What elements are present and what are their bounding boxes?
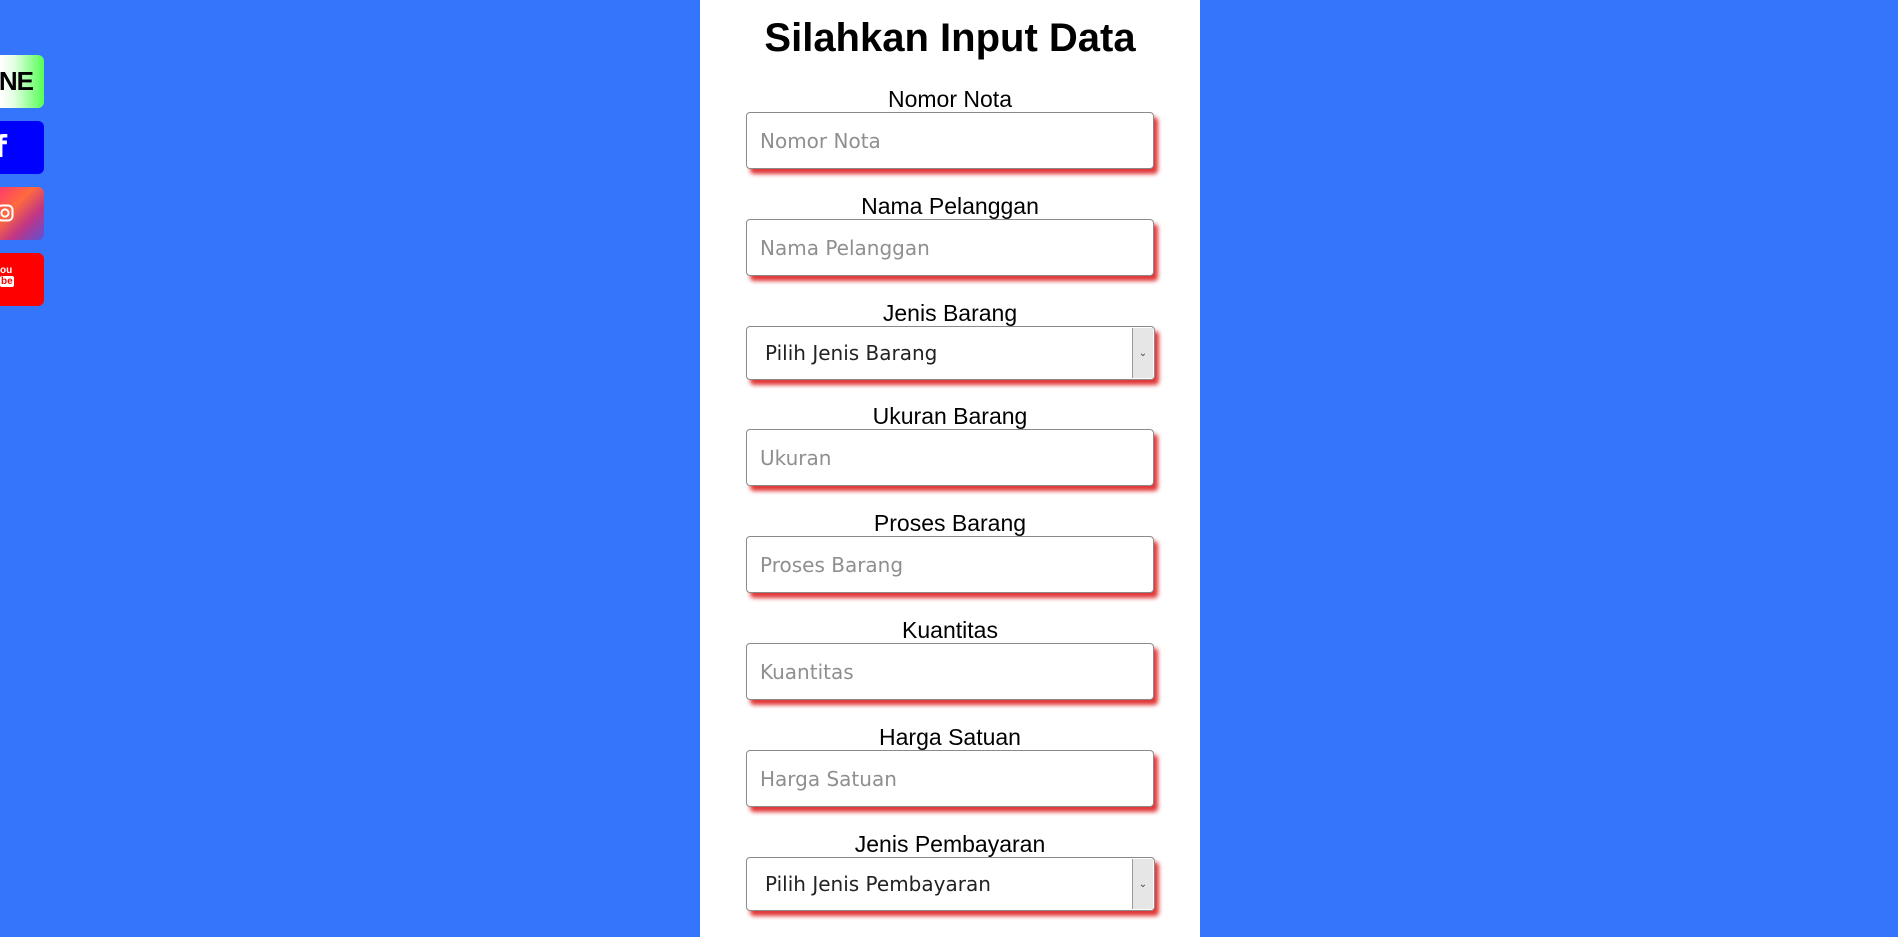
nama-pelanggan-label: Nama Pelanggan [861, 193, 1039, 219]
social-sidebar: NE f ou be [0, 55, 44, 306]
ukuran-barang-label: Ukuran Barang [872, 403, 1028, 429]
line-button[interactable]: NE [0, 55, 44, 108]
field-harga-satuan: Harga Satuan [746, 724, 1154, 807]
jenis-pembayaran-select[interactable]: Pilih Jenis Pembayaran ⌄ [746, 857, 1155, 911]
page-title: Silahkan Input Data [764, 16, 1136, 60]
kuantitas-label: Kuantitas [902, 617, 998, 643]
field-nomor-nota: Nomor Nota [746, 86, 1154, 169]
youtube-icon: ou be [0, 265, 14, 287]
instagram-icon [0, 204, 14, 222]
line-label: NE [0, 66, 34, 96]
field-jenis-barang: Jenis Barang Pilih Jenis Barang ⌄ [746, 300, 1155, 380]
form-panel: Silahkan Input Data Nomor Nota Nama Pela… [700, 0, 1200, 937]
jenis-barang-label: Jenis Barang [882, 300, 1018, 326]
field-nama-pelanggan: Nama Pelanggan [746, 193, 1154, 276]
proses-barang-input[interactable] [746, 536, 1154, 593]
nama-pelanggan-input[interactable] [746, 219, 1154, 276]
youtube-label-top: ou [0, 265, 13, 276]
jenis-pembayaran-selected: Pilih Jenis Pembayaran [765, 872, 991, 896]
youtube-label-bottom: be [0, 276, 14, 287]
facebook-icon: f [0, 130, 7, 165]
nomor-nota-input[interactable] [746, 112, 1154, 169]
field-proses-barang: Proses Barang [746, 510, 1154, 593]
harga-satuan-label: Harga Satuan [879, 724, 1021, 750]
facebook-button[interactable]: f [0, 121, 44, 174]
jenis-barang-select[interactable]: Pilih Jenis Barang ⌄ [746, 326, 1155, 380]
youtube-button[interactable]: ou be [0, 253, 44, 306]
field-jenis-pembayaran: Jenis Pembayaran Pilih Jenis Pembayaran … [746, 831, 1155, 911]
instagram-button[interactable] [0, 187, 44, 240]
proses-barang-label: Proses Barang [873, 510, 1027, 536]
chevron-down-icon: ⌄ [1132, 859, 1153, 909]
field-kuantitas: Kuantitas [746, 617, 1154, 700]
chevron-down-icon: ⌄ [1132, 328, 1153, 378]
jenis-pembayaran-label: Jenis Pembayaran [854, 831, 1046, 857]
kuantitas-input[interactable] [746, 643, 1154, 700]
ukuran-barang-input[interactable] [746, 429, 1154, 486]
nomor-nota-label: Nomor Nota [888, 86, 1012, 112]
harga-satuan-input[interactable] [746, 750, 1154, 807]
field-ukuran-barang: Ukuran Barang [746, 403, 1154, 486]
jenis-barang-selected: Pilih Jenis Barang [765, 341, 938, 365]
